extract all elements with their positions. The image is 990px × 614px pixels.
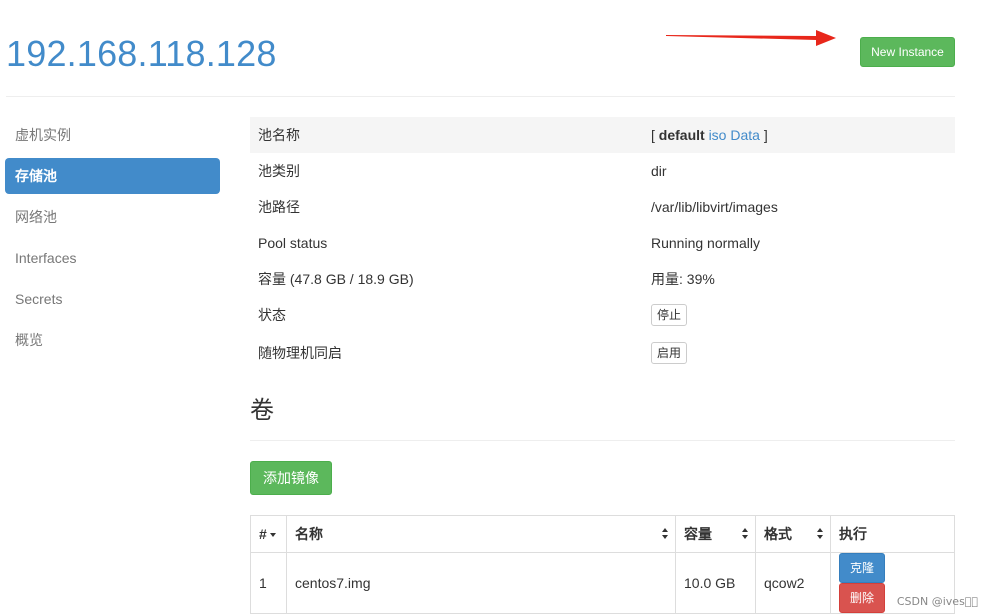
sidebar-item-overview[interactable]: 概览 — [5, 322, 220, 358]
volumes-header-row: # 名称 容量 格式 执行 — [250, 515, 955, 553]
pool-capacity-label: 容量 (47.8 GB / 18.9 GB) — [258, 271, 414, 287]
pool-path-label: 池路径 — [258, 199, 300, 215]
clone-button[interactable]: 克隆 — [839, 553, 886, 583]
pool-path-row: 池路径 /var/lib/libvirt/images — [250, 189, 955, 225]
pool-current-name: default — [658, 127, 705, 143]
sort-icon[interactable] — [817, 528, 823, 540]
volumes-divider — [250, 440, 955, 441]
volume-name: centos7.img — [286, 552, 676, 614]
col-actions-header: 执行 — [830, 515, 955, 553]
pool-state-row: 状态 停止 — [250, 297, 955, 333]
page-title: 192.168.118.128 — [6, 33, 277, 74]
pool-status-label: Pool status — [258, 235, 328, 251]
col-index-label: # — [259, 526, 267, 542]
pool-usage-value: 用量: 39% — [651, 271, 715, 287]
pool-type-row: 池类别 dir — [250, 153, 955, 189]
col-name-label: 名称 — [295, 526, 323, 542]
sidebar-nav: 虚机实例 存储池 网络池 Interfaces Secrets 概览 — [5, 117, 220, 363]
sidebar-item-storage[interactable]: 存储池 — [5, 158, 220, 194]
pool-link-data[interactable]: Data — [730, 127, 760, 143]
volume-format: qcow2 — [755, 552, 831, 614]
pool-autostart-row: 随物理机同启 启用 — [250, 333, 955, 373]
volumes-table: # 名称 容量 格式 执行 1 centos7.img 10.0 GB qcow… — [250, 515, 955, 614]
watermark: CSDN @ives⃞⃞ — [896, 595, 978, 608]
col-format-header[interactable]: 格式 — [755, 515, 831, 553]
pool-status-row: Pool status Running normally — [250, 225, 955, 261]
col-name-header[interactable]: 名称 — [286, 515, 676, 553]
stop-pool-button[interactable]: 停止 — [651, 304, 688, 326]
pool-name-value: [ default iso Data ] — [643, 117, 955, 153]
sort-icon[interactable] — [662, 528, 668, 540]
col-size-header[interactable]: 容量 — [675, 515, 756, 553]
volume-index: 1 — [250, 552, 287, 614]
pool-name-bracket-close: ] — [763, 127, 768, 143]
pool-autostart-label: 随物理机同启 — [258, 345, 342, 361]
pool-name-row: 池名称 [ default iso Data ] — [250, 117, 955, 153]
pool-state-cell: 停止 — [643, 297, 955, 333]
sort-icon[interactable] — [742, 528, 748, 540]
pool-link-iso[interactable]: iso — [709, 127, 727, 143]
pool-status-value: Running normally — [651, 235, 760, 251]
caret-down-icon — [269, 533, 276, 538]
col-format-label: 格式 — [764, 526, 792, 542]
pool-autostart-cell: 启用 — [643, 333, 955, 373]
pool-info-table: 池名称 [ default iso Data ] 池类别 dir 池路径 /va… — [250, 117, 955, 373]
header-divider — [6, 96, 955, 97]
pool-capacity-row: 容量 (47.8 GB / 18.9 GB) 用量: 39% — [250, 261, 955, 297]
pool-name-label: 池名称 — [258, 127, 300, 143]
col-actions-label: 执行 — [839, 526, 867, 542]
new-instance-button[interactable]: New Instance — [860, 37, 955, 67]
enable-autostart-button[interactable]: 启用 — [651, 342, 688, 364]
sidebar-item-secrets[interactable]: Secrets — [5, 281, 220, 317]
volume-size: 10.0 GB — [675, 552, 756, 614]
add-image-button[interactable]: 添加镜像 — [250, 461, 332, 495]
pool-name-bracket-open: [ — [651, 127, 655, 143]
pool-type-value: dir — [651, 163, 667, 179]
delete-button[interactable]: 删除 — [839, 583, 886, 613]
annotation-arrow — [666, 30, 836, 46]
sidebar-item-interfaces[interactable]: Interfaces — [5, 240, 220, 276]
volumes-heading: 卷 — [250, 397, 274, 424]
pool-type-label: 池类别 — [258, 163, 300, 179]
sidebar-item-instances[interactable]: 虚机实例 — [5, 117, 220, 153]
col-index-header[interactable]: # — [250, 515, 287, 553]
pool-state-label: 状态 — [258, 307, 286, 323]
col-size-label: 容量 — [684, 526, 712, 542]
pool-path-value: /var/lib/libvirt/images — [651, 199, 778, 215]
sidebar-item-networks[interactable]: 网络池 — [5, 199, 220, 235]
table-row: 1 centos7.img 10.0 GB qcow2 克隆 删除 — [250, 552, 955, 614]
